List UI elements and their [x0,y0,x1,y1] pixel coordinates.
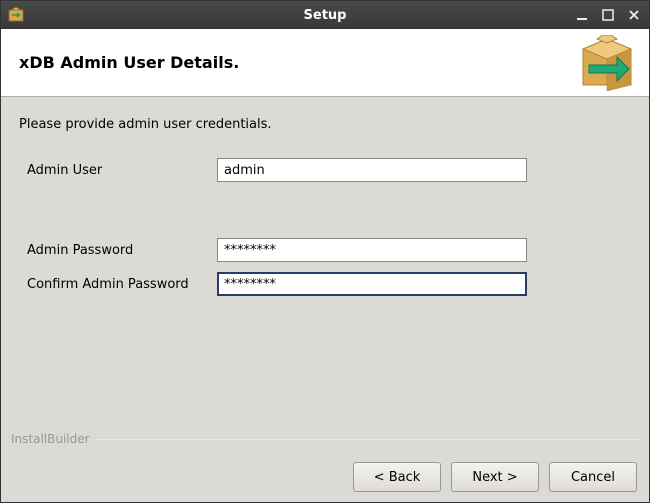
next-button[interactable]: Next > [451,462,539,492]
app-icon [7,6,25,24]
divider-line [96,439,639,440]
admin-user-field[interactable] [217,158,527,182]
confirm-password-row: Confirm Admin Password [19,272,631,296]
admin-password-field[interactable] [217,238,527,262]
titlebar: Setup [1,1,649,29]
window-controls [573,6,643,24]
instruction-text: Please provide admin user credentials. [19,117,631,132]
minimize-icon[interactable] [573,6,591,24]
content-area: Please provide admin user credentials. A… [1,97,649,452]
close-icon[interactable] [625,6,643,24]
installer-box-icon [577,35,637,91]
back-button[interactable]: < Back [353,462,441,492]
page-title: xDB Admin User Details. [19,53,239,72]
branding-text: InstallBuilder [11,432,90,446]
confirm-password-label: Confirm Admin Password [19,277,217,292]
admin-user-label: Admin User [19,163,217,178]
header-panel: xDB Admin User Details. [1,29,649,97]
branding-label: InstallBuilder [11,432,639,446]
maximize-icon[interactable] [599,6,617,24]
admin-password-row: Admin Password [19,238,631,262]
admin-password-label: Admin Password [19,243,217,258]
footer: < Back Next > Cancel [1,452,649,502]
cancel-button[interactable]: Cancel [549,462,637,492]
admin-user-row: Admin User [19,158,631,182]
confirm-password-field[interactable] [217,272,527,296]
window-title: Setup [304,8,347,23]
